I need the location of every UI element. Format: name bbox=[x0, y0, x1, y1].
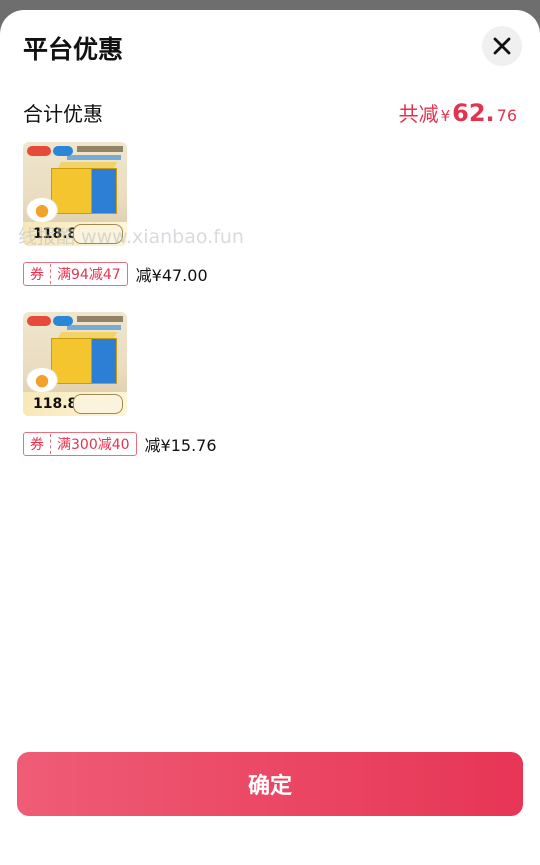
salted-egg-graphic bbox=[27, 368, 57, 392]
coupon-badge: 券 满94减47 bbox=[23, 262, 128, 286]
product-box-graphic bbox=[51, 338, 117, 384]
coupon-condition: 满300减40 bbox=[57, 437, 130, 453]
slogan-graphic bbox=[77, 316, 123, 322]
discount-amount: 减¥15.76 bbox=[144, 436, 217, 455]
close-icon bbox=[493, 37, 511, 55]
coupon-row: 券 满94减47 减¥47.00 bbox=[23, 262, 517, 286]
coupon-row: 券 满300减40 减¥15.76 bbox=[23, 432, 517, 456]
total-amount: 共减 ¥ 62. 76 bbox=[399, 98, 517, 127]
platform-discount-sheet: 平台优惠 合计优惠 共减 ¥ 62. 76 118.8 券 满94减47 减¥4… bbox=[0, 10, 540, 865]
brand-logo-icon bbox=[27, 146, 51, 156]
total-discount-row: 合计优惠 共减 ¥ 62. 76 bbox=[23, 94, 517, 130]
thumbnail-price: 118.8 bbox=[33, 396, 78, 412]
brand-logo-icon bbox=[27, 316, 51, 326]
total-amount-dec: 76 bbox=[496, 105, 517, 125]
close-button[interactable] bbox=[482, 26, 522, 66]
discount-amount: 减¥47.00 bbox=[135, 266, 208, 285]
coupon-badge: 券 满300减40 bbox=[23, 432, 137, 456]
slogan-graphic bbox=[77, 146, 123, 152]
confirm-button[interactable]: 确定 bbox=[17, 752, 523, 816]
product-thumbnail: 118.8 bbox=[23, 312, 127, 416]
sheet-title: 平台优惠 bbox=[23, 35, 124, 64]
slogan-graphic bbox=[67, 325, 121, 330]
award-badge-icon bbox=[73, 394, 123, 414]
total-prefix: 共减 bbox=[398, 101, 439, 126]
slogan-graphic bbox=[67, 155, 121, 160]
product-box-graphic bbox=[51, 168, 117, 214]
total-currency: ¥ bbox=[440, 106, 451, 125]
coupon-tag: 券 bbox=[24, 264, 51, 284]
total-amount-int: 62. bbox=[452, 98, 495, 127]
discount-item: 118.8 券 满94减47 减¥47.00 bbox=[23, 142, 517, 286]
coupon-tag: 券 bbox=[24, 434, 51, 454]
watermark-text: 线报酷 www.xianbao.fun bbox=[18, 226, 244, 248]
discount-item: 118.8 券 满300减40 减¥15.76 bbox=[23, 312, 517, 456]
total-label: 合计优惠 bbox=[23, 101, 103, 126]
coupon-condition: 满94减47 bbox=[57, 267, 121, 283]
salted-egg-graphic bbox=[27, 198, 57, 222]
